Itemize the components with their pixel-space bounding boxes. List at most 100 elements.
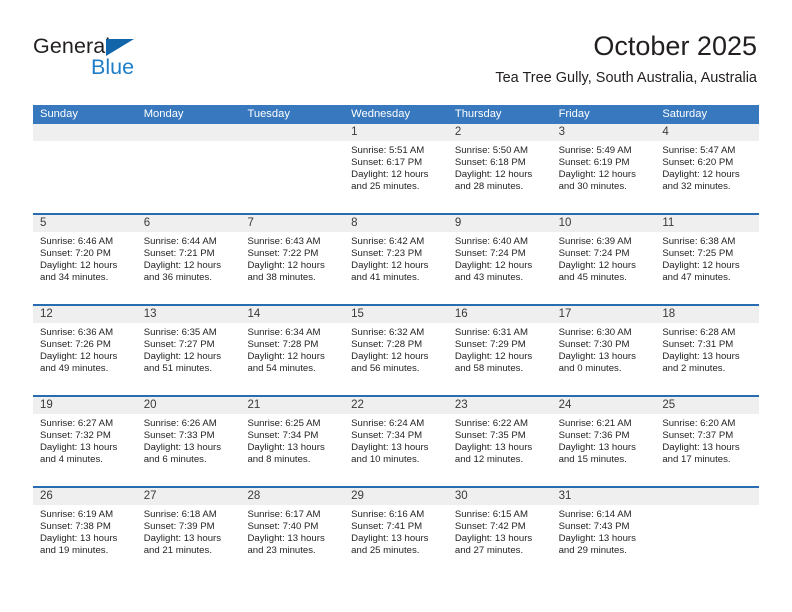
day-number[interactable]: 28 xyxy=(240,488,344,505)
day-number[interactable]: 9 xyxy=(448,215,552,232)
day-detail-line: and 32 minutes. xyxy=(662,181,731,193)
day-cell[interactable]: Sunrise: 6:28 AM Sunset: 7:31 PM Daylight:… xyxy=(655,323,759,395)
day-detail-line: Daylight: 12 hours xyxy=(143,260,222,272)
day-cell[interactable]: Sunrise: 6:35 AM Sunset: 7:27 PM Daylight:… xyxy=(137,323,241,395)
day-number[interactable]: 11 xyxy=(655,215,759,232)
day-number[interactable]: 21 xyxy=(240,397,344,414)
day-number[interactable]: 2 xyxy=(448,124,552,141)
day-cell[interactable]: Sunrise: 5:51 AM Sunset: 6:17 PM Daylight:… xyxy=(344,141,448,213)
day-of-week-header-tuesday: Tuesday xyxy=(247,108,290,120)
day-detail-line: Daylight: 13 hours xyxy=(143,533,222,545)
day-number[interactable]: 22 xyxy=(344,397,448,414)
day-cell[interactable]: Sunrise: 6:21 AM Sunset: 7:36 PM Daylight:… xyxy=(552,414,656,486)
day-cell[interactable]: Sunrise: 5:47 AM Sunset: 6:20 PM Daylight:… xyxy=(655,141,759,213)
day-cell[interactable]: Sunrise: 6:22 AM Sunset: 7:35 PM Daylight:… xyxy=(448,414,552,486)
day-cell[interactable]: Sunrise: 6:18 AM Sunset: 7:39 PM Daylight:… xyxy=(137,505,241,577)
day-number[interactable]: 13 xyxy=(137,306,241,323)
day-detail-line: Sunrise: 6:22 AM xyxy=(454,418,528,429)
day-detail-line: Daylight: 13 hours xyxy=(351,442,429,454)
day-number[interactable]: 29 xyxy=(344,488,448,505)
day-number[interactable]: 31 xyxy=(552,488,656,505)
day-detail-line: Sunset: 7:42 PM xyxy=(454,521,526,533)
day-number[interactable]: 1 xyxy=(344,124,448,141)
day-detail-line: Daylight: 13 hours xyxy=(143,442,222,454)
day-cell[interactable]: Sunrise: 6:44 AM Sunset: 7:21 PM Daylight:… xyxy=(137,232,241,304)
day-number[interactable]: 27 xyxy=(137,488,241,505)
day-number[interactable]: 18 xyxy=(655,306,759,323)
title-block: October 2025 Tea Tree Gully, South Austr… xyxy=(495,31,757,87)
day-detail-line: Sunset: 7:34 PM xyxy=(351,430,423,442)
day-cell[interactable]: Sunrise: 6:42 AM Sunset: 7:23 PM Daylight:… xyxy=(344,232,448,304)
day-detail-line: Sunset: 7:28 PM xyxy=(247,339,319,351)
day-detail-line: Daylight: 12 hours xyxy=(454,169,533,181)
day-cell[interactable]: Sunrise: 6:14 AM Sunset: 7:43 PM Daylight:… xyxy=(552,505,656,577)
day-cell[interactable]: Sunrise: 6:31 AM Sunset: 7:29 PM Daylight:… xyxy=(448,323,552,395)
day-detail-line: Sunset: 7:40 PM xyxy=(247,521,319,533)
day-detail-line: Sunrise: 5:51 AM xyxy=(351,145,425,156)
day-detail-line: Sunrise: 5:50 AM xyxy=(454,145,528,156)
day-cell[interactable]: Sunrise: 5:50 AM Sunset: 6:18 PM Daylight:… xyxy=(448,141,552,213)
day-number[interactable]: 10 xyxy=(552,215,656,232)
calendar-grid: Sunday Monday Tuesday Wednesday Thursday Frid… xyxy=(33,105,759,577)
day-cell[interactable]: Sunrise: 6:25 AM Sunset: 7:34 PM Daylight:… xyxy=(240,414,344,486)
day-cell[interactable]: Sunrise: 6:19 AM Sunset: 7:38 PM Daylight:… xyxy=(33,505,137,577)
day-number[interactable]: 17 xyxy=(552,306,656,323)
day-number[interactable]: 25 xyxy=(655,397,759,414)
week-date-number-band: 12 13 14 15 16 17 18 xyxy=(33,306,759,323)
day-detail-line: and 29 minutes. xyxy=(558,545,627,557)
day-number[interactable]: 5 xyxy=(33,215,137,232)
day-cell[interactable]: Sunrise: 6:17 AM Sunset: 7:40 PM Daylight:… xyxy=(240,505,344,577)
day-cell[interactable]: Sunrise: 6:30 AM Sunset: 7:30 PM Daylight:… xyxy=(552,323,656,395)
day-cell[interactable]: Sunrise: 6:38 AM Sunset: 7:25 PM Daylight:… xyxy=(655,232,759,304)
day-number[interactable]: 12 xyxy=(33,306,137,323)
day-number[interactable]: 15 xyxy=(344,306,448,323)
day-of-week-header-row: Sunday Monday Tuesday Wednesday Thursday Frid… xyxy=(33,105,759,124)
day-cell[interactable]: Sunrise: 6:32 AM Sunset: 7:28 PM Daylight:… xyxy=(344,323,448,395)
day-detail-line: Sunrise: 6:28 AM xyxy=(662,327,736,338)
day-cell[interactable]: Sunrise: 6:15 AM Sunset: 7:42 PM Daylight:… xyxy=(448,505,552,577)
day-detail-line: Sunrise: 6:26 AM xyxy=(143,418,217,429)
day-number[interactable]: 7 xyxy=(240,215,344,232)
day-detail-line: and 54 minutes. xyxy=(247,363,316,375)
day-detail-line: and 17 minutes. xyxy=(662,454,731,466)
day-cell[interactable]: Sunrise: 6:39 AM Sunset: 7:24 PM Daylight:… xyxy=(552,232,656,304)
day-cell[interactable]: Sunrise: 6:43 AM Sunset: 7:22 PM Daylight:… xyxy=(240,232,344,304)
day-number[interactable]: 26 xyxy=(33,488,137,505)
day-detail-line: Sunset: 7:39 PM xyxy=(143,521,215,533)
day-cell[interactable]: Sunrise: 6:46 AM Sunset: 7:20 PM Daylight:… xyxy=(33,232,137,304)
day-cell[interactable]: Sunrise: 6:24 AM Sunset: 7:34 PM Daylight:… xyxy=(344,414,448,486)
day-number[interactable]: 6 xyxy=(137,215,241,232)
day-cell[interactable]: Sunrise: 6:16 AM Sunset: 7:41 PM Daylight:… xyxy=(344,505,448,577)
day-detail-line: and 4 minutes. xyxy=(40,454,103,466)
day-number[interactable]: 19 xyxy=(33,397,137,414)
day-number[interactable]: 30 xyxy=(448,488,552,505)
day-number[interactable]: 14 xyxy=(240,306,344,323)
day-cell[interactable]: Sunrise: 5:49 AM Sunset: 6:19 PM Daylight:… xyxy=(552,141,656,213)
day-cell[interactable]: Sunrise: 6:27 AM Sunset: 7:32 PM Daylight:… xyxy=(33,414,137,486)
day-detail-line: Sunrise: 6:14 AM xyxy=(558,509,632,520)
day-number[interactable]: 20 xyxy=(137,397,241,414)
day-detail-line: and 25 minutes. xyxy=(351,545,420,557)
day-detail-line: and 0 minutes. xyxy=(558,363,622,375)
day-number[interactable]: 16 xyxy=(448,306,552,323)
day-number[interactable]: 8 xyxy=(344,215,448,232)
day-of-week-header-friday: Friday xyxy=(558,108,590,120)
general-blue-logo[interactable]: General Blue xyxy=(33,35,263,92)
week-detail-band: Sunrise: 6:36 AM Sunset: 7:26 PM Daylight:… xyxy=(33,323,759,395)
day-cell[interactable]: Sunrise: 6:20 AM Sunset: 7:37 PM Daylight:… xyxy=(655,414,759,486)
week-date-number-band: 5 6 7 8 9 10 11 xyxy=(33,215,759,232)
day-cell[interactable]: Sunrise: 6:36 AM Sunset: 7:26 PM Daylight:… xyxy=(33,323,137,395)
day-cell[interactable]: Sunrise: 6:34 AM Sunset: 7:28 PM Daylight:… xyxy=(240,323,344,395)
day-detail-line: and 21 minutes. xyxy=(143,545,212,557)
day-cell[interactable]: Sunrise: 6:40 AM Sunset: 7:24 PM Daylight:… xyxy=(448,232,552,304)
day-detail-line: and 49 minutes. xyxy=(40,363,109,375)
day-number[interactable]: 3 xyxy=(552,124,656,141)
day-detail-line: Sunrise: 6:35 AM xyxy=(143,327,217,338)
day-number[interactable]: 24 xyxy=(552,397,656,414)
day-detail-line: Sunrise: 6:15 AM xyxy=(454,509,528,520)
day-number[interactable]: 4 xyxy=(655,124,759,141)
day-number[interactable]: 23 xyxy=(448,397,552,414)
day-detail-line: Sunset: 7:36 PM xyxy=(558,430,630,442)
day-cell[interactable]: Sunrise: 6:26 AM Sunset: 7:33 PM Daylight:… xyxy=(137,414,241,486)
day-detail-line: Sunset: 7:32 PM xyxy=(40,430,111,442)
